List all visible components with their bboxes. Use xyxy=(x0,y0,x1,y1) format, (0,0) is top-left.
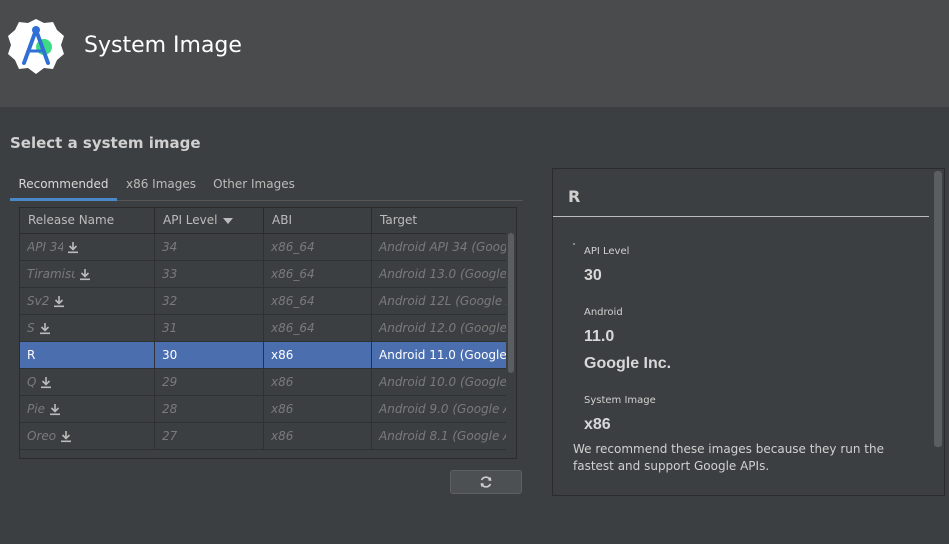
cell-target: Android 13.0 (Google A xyxy=(379,267,506,281)
android-version-value: 11.0 xyxy=(584,328,615,345)
release-name-text: Tiramisu xyxy=(27,267,75,281)
cell-api-level: 30 xyxy=(155,342,264,368)
section-title: Select a system image xyxy=(10,134,201,152)
cell-release-name: Sv2 xyxy=(20,288,155,314)
download-icon[interactable] xyxy=(79,268,91,281)
cell-abi: x86 xyxy=(264,369,372,395)
cell-api-level: 34 xyxy=(155,234,264,260)
column-header-release-name[interactable]: Release Name xyxy=(20,208,155,233)
cell-api-level: 28 xyxy=(155,396,264,422)
tab-x86-images[interactable]: x86 Images xyxy=(122,170,200,198)
column-header-target[interactable]: Target xyxy=(372,208,506,233)
android-label: Android xyxy=(584,307,623,318)
cell-target: Android 12.0 (Google A xyxy=(379,321,506,335)
column-header-label: ABI xyxy=(272,213,292,227)
cell-abi: x86_64 xyxy=(264,315,372,341)
cell-target: Android 9.0 (Google AP xyxy=(379,402,506,416)
column-header-label: Target xyxy=(380,213,418,227)
cell-abi: x86 xyxy=(264,423,372,449)
table-row[interactable]: Q 29 x86 Android 10.0 (Google A xyxy=(20,369,506,396)
header-bar: System Image xyxy=(0,0,949,107)
download-icon[interactable] xyxy=(60,430,72,443)
column-header-abi[interactable]: ABI xyxy=(264,208,372,233)
table-scrollbar-thumb[interactable] xyxy=(508,233,514,373)
cell-release-name: Tiramisu xyxy=(20,261,155,287)
download-icon[interactable] xyxy=(67,241,79,254)
cell-abi: x86_64 xyxy=(264,261,372,287)
detail-dot xyxy=(573,243,575,245)
recommendation-description: We recommend these images because they r… xyxy=(573,442,885,473)
table-row[interactable]: S 31 x86_64 Android 12.0 (Google A xyxy=(20,315,506,342)
cell-target: Android API 34 (Google xyxy=(379,240,506,254)
tab-recommended[interactable]: Recommended xyxy=(10,170,117,201)
cell-release-name: API 34 xyxy=(20,234,155,260)
cell-release-name: Q xyxy=(20,369,155,395)
column-header-api-level[interactable]: API Level xyxy=(155,208,264,233)
table-row[interactable]: API 34 34 x86_64 Android API 34 (Google xyxy=(20,234,506,261)
cell-api-level: 27 xyxy=(155,423,264,449)
release-name-text: API 34 xyxy=(27,240,63,254)
release-name-text: S xyxy=(27,321,35,335)
release-name-text: Sv2 xyxy=(27,294,50,308)
table-body: API 34 34 x86_64 Android API 34 (Google Tira… xyxy=(20,234,506,450)
cell-release-name: R xyxy=(20,342,155,368)
table-row[interactable]: Oreo 27 x86 Android 8.1 (Google AP xyxy=(20,423,506,450)
page-title: System Image xyxy=(84,33,242,58)
cell-api-level: 32 xyxy=(155,288,264,314)
download-icon[interactable] xyxy=(53,295,65,308)
system-image-value: x86 xyxy=(584,416,611,433)
cell-api-level: 33 xyxy=(155,261,264,287)
cell-target: Android 12L (Google A xyxy=(379,294,506,308)
image-detail-panel: R API Level 30 Android 11.0 Google Inc. … xyxy=(552,168,945,496)
column-header-label: Release Name xyxy=(28,213,115,227)
cell-release-name: Pie xyxy=(20,396,155,422)
cell-release-name: S xyxy=(20,315,155,341)
cell-target: Android 11.0 (Google A xyxy=(379,348,506,362)
detail-divider xyxy=(553,216,929,217)
release-name-text: Oreo xyxy=(27,429,57,443)
image-tabs: Recommended x86 Images Other Images xyxy=(10,170,523,201)
release-name-text: Pie xyxy=(27,402,45,416)
table-row[interactable]: Tiramisu 33 x86_64 Android 13.0 (Google A xyxy=(20,261,506,288)
system-image-table: Release Name API Level ABI Target API 34… xyxy=(19,207,517,459)
download-icon[interactable] xyxy=(40,376,52,389)
cell-target: Android 8.1 (Google AP xyxy=(379,429,506,443)
cell-abi: x86_64 xyxy=(264,234,372,260)
cell-abi: x86 xyxy=(264,396,372,422)
table-row[interactable]: R 30 x86 Android 11.0 (Google A xyxy=(20,342,506,369)
release-name-text: R xyxy=(27,348,36,362)
cell-abi: x86 xyxy=(264,342,372,368)
cell-release-name: Oreo xyxy=(20,423,155,449)
table-row[interactable]: Sv2 32 x86_64 Android 12L (Google A xyxy=(20,288,506,315)
cell-abi: x86_64 xyxy=(264,288,372,314)
cell-api-level: 31 xyxy=(155,315,264,341)
cell-target: Android 10.0 (Google A xyxy=(379,375,506,389)
vendor-value: Google Inc. xyxy=(584,355,672,372)
refresh-icon xyxy=(480,476,492,488)
cell-api-level: 29 xyxy=(155,369,264,395)
release-name-text: Q xyxy=(27,375,37,389)
column-header-label: API Level xyxy=(163,213,218,227)
detail-scrollbar[interactable] xyxy=(934,171,942,447)
table-scrollbar[interactable] xyxy=(507,233,515,456)
table-header: Release Name API Level ABI Target xyxy=(20,208,506,234)
api-level-value: 30 xyxy=(584,267,602,284)
table-row[interactable]: Pie 28 x86 Android 9.0 (Google AP xyxy=(20,396,506,423)
detail-title: R xyxy=(568,187,581,206)
api-level-label: API Level xyxy=(584,246,630,257)
download-icon[interactable] xyxy=(49,403,61,416)
sort-descending-icon xyxy=(223,217,234,224)
refresh-button[interactable] xyxy=(450,470,522,494)
system-image-label: System Image xyxy=(584,395,656,406)
android-studio-logo-icon xyxy=(6,17,66,77)
tab-other-images[interactable]: Other Images xyxy=(210,170,298,198)
download-icon[interactable] xyxy=(39,322,51,335)
